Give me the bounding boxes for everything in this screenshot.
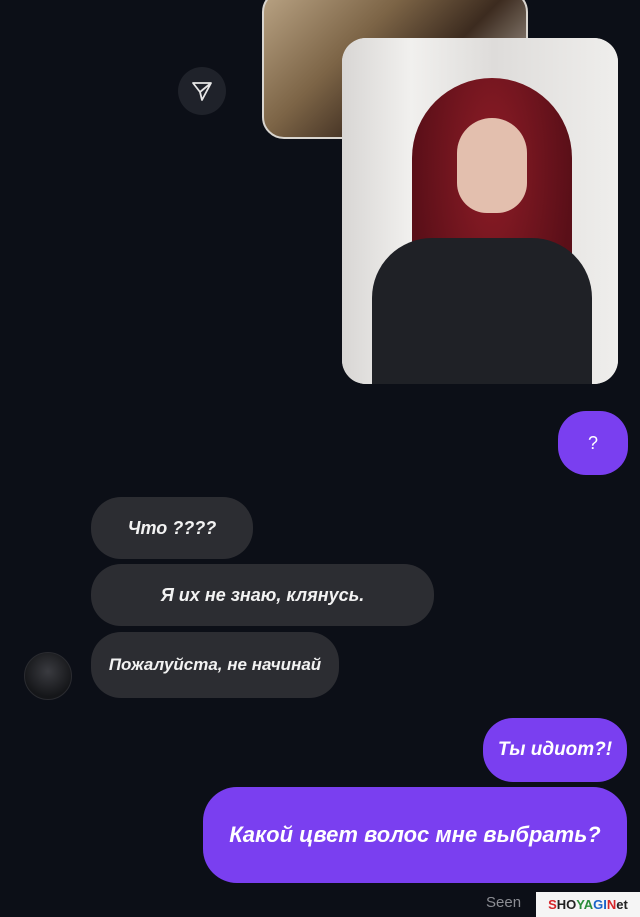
sent-message[interactable]: Ты идиот?! bbox=[483, 718, 627, 782]
watermark-logo: S HO YA GI Net bbox=[536, 892, 640, 917]
received-message[interactable]: Пожалуйста, не начинай bbox=[91, 632, 339, 698]
sent-message[interactable]: Какой цвет волос мне выбрать? bbox=[203, 787, 627, 883]
shared-photo-2[interactable] bbox=[342, 38, 618, 384]
share-button[interactable] bbox=[178, 67, 226, 115]
photo-face bbox=[457, 118, 527, 213]
received-message[interactable]: Я их не знаю, клянусь. bbox=[91, 564, 434, 626]
paper-plane-icon bbox=[192, 82, 212, 101]
avatar[interactable] bbox=[24, 652, 72, 700]
received-message[interactable]: Что ???? bbox=[91, 497, 253, 559]
sent-message-question[interactable]: ? bbox=[558, 411, 628, 475]
seen-status: Seen bbox=[486, 894, 522, 911]
photo-shirt bbox=[372, 238, 592, 384]
